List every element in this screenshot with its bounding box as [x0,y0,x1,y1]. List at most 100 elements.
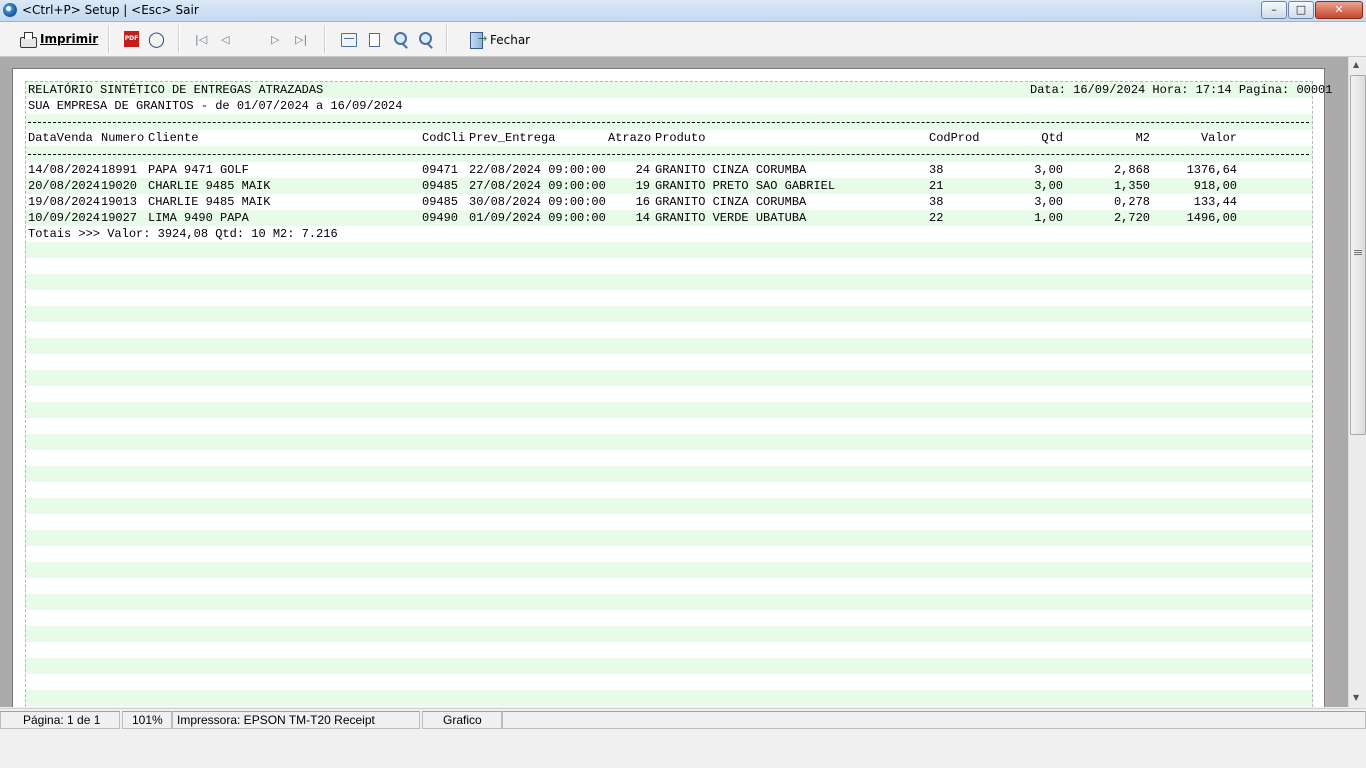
cell-atrazo: 19 [635,179,650,193]
report-header-info: Data: 16/09/2024 Hora: 17:14 Pagina: 000… [1030,83,1333,97]
report-company-period: SUA EMPRESA DE GRANITOS - de 01/07/2024 … [28,99,403,113]
close-label: Fechar [490,33,531,47]
zoom-out-icon [419,32,432,45]
cell-prev-entrega: 01/09/2024 09:00:00 [469,211,606,225]
cell-numero: 19020 [101,179,138,193]
status-bar: Página: 1 de 1 101% Impressora: EPSON TM… [0,708,1366,729]
last-page-button[interactable]: ▷| [295,30,311,50]
col-header-prev-entrega: Prev_Entrega [469,131,556,145]
col-header-cliente: Cliente [148,131,199,145]
first-page-icon: |◁ [195,33,208,46]
close-preview-button[interactable]: Fechar [468,30,530,50]
divider-line [28,122,1309,123]
zoom-out-button[interactable] [416,30,434,50]
binoculars-icon: ◯ [148,30,165,48]
cell-codcli: 09485 [422,195,459,209]
cell-codprod: 38 [929,163,944,177]
cell-cliente: PAPA 9471 GOLF [148,163,249,177]
next-page-icon: ▷ [271,33,280,46]
report-title: RELATÓRIO SINTÉTICO DE ENTREGAS ATRAZADA… [28,83,324,97]
cell-codprod: 38 [929,195,944,209]
printer-icon [20,32,37,48]
col-header-m2: M2 [1135,131,1150,145]
scroll-down-arrow-icon[interactable]: ▼ [1353,693,1359,702]
window-title: <Ctrl+P> Setup | <Esc> Sair [22,3,199,17]
toolbar-separator [446,25,448,53]
status-mode-panel: Grafico [422,711,502,729]
cell-produto: GRANITO CINZA CORUMBA [655,195,807,209]
zoom-in-button[interactable] [391,30,409,50]
status-printer-panel: Impressora: EPSON TM-T20 Receipt [172,711,420,729]
cell-valor: 918,00 [1193,179,1237,193]
zoom-in-icon [394,32,407,45]
window-bottom-area [0,729,1366,768]
cell-codprod: 21 [929,179,944,193]
page-width-button[interactable] [340,30,358,50]
scroll-thumb[interactable] [1350,75,1366,435]
status-page: Página: 1 de 1 [23,713,101,727]
previous-page-button[interactable]: ◁ [221,30,235,50]
export-pdf-button[interactable]: PDF [123,30,141,50]
maximize-button[interactable]: □ [1288,1,1314,19]
cell-prev-entrega: 27/08/2024 09:00:00 [469,179,606,193]
first-page-button[interactable]: |◁ [195,30,211,50]
cell-cliente: CHARLIE 9485 MAIK [148,179,271,193]
cell-m2: 2,868 [1113,163,1150,177]
cell-datavenda: 20/08/2024 [28,179,101,193]
status-zoom: 101% [132,713,163,727]
whole-page-icon [369,33,380,47]
col-header-atrazo: Atrazo [608,131,652,145]
cell-numero: 19027 [101,211,138,225]
cell-numero: 19013 [101,195,138,209]
scroll-up-arrow-icon[interactable]: ▲ [1353,60,1359,69]
col-header-produto: Produto [655,131,706,145]
preview-area: RELATÓRIO SINTÉTICO DE ENTREGAS ATRAZADA… [0,57,1348,707]
last-page-icon: ▷| [295,33,308,46]
find-button[interactable]: ◯ [148,30,166,50]
whole-page-button[interactable] [367,30,381,50]
print-label: Imprimir [40,32,99,46]
report-body: RELATÓRIO SINTÉTICO DE ENTREGAS ATRAZADA… [25,81,1332,707]
cell-numero: 18991 [101,163,138,177]
next-page-button[interactable]: ▷ [271,30,285,50]
cell-prev-entrega: 30/08/2024 09:00:00 [469,195,606,209]
col-header-valor: Valor [1200,131,1237,145]
col-header-codcli: CodCli [422,131,466,145]
cell-valor: 1376,64 [1186,163,1237,177]
cell-m2: 2,720 [1113,211,1150,225]
cell-valor: 133,44 [1193,195,1237,209]
vertical-scrollbar[interactable]: ▲ ▼ [1348,57,1366,707]
app-icon [3,3,17,17]
cell-m2: 0,278 [1113,195,1150,209]
cell-datavenda: 14/08/2024 [28,163,101,177]
minimize-button[interactable]: – [1261,1,1287,19]
cell-cliente: LIMA 9490 PAPA [148,211,249,225]
col-header-datavenda: DataVenda [28,131,93,145]
close-window-button[interactable]: ✕ [1315,1,1363,19]
cell-produto: GRANITO CINZA CORUMBA [655,163,807,177]
cell-datavenda: 10/09/2024 [28,211,101,225]
cell-atrazo: 24 [635,163,650,177]
cell-qtd: 1,00 [1034,211,1063,225]
title-bar: <Ctrl+P> Setup | <Esc> Sair – □ ✕ [0,0,1366,22]
cell-codcli: 09471 [422,163,459,177]
print-button[interactable]: Imprimir [18,30,98,50]
toolbar-separator [178,25,180,53]
col-header-codprod: CodProd [929,131,980,145]
status-empty-panel [502,711,1366,729]
cell-produto: GRANITO VERDE UBATUBA [655,211,807,225]
cell-m2: 1,350 [1113,179,1150,193]
report-totals: Totais >>> Valor: 3924,08 Qtd: 10 M2: 7.… [28,227,338,241]
col-header-qtd: Qtd [1041,131,1063,145]
pdf-icon: PDF [124,31,139,47]
status-mode: Grafico [443,713,482,727]
toolbar: Imprimir PDF ◯ |◁ ◁ ▷ ▷| Fechar [0,22,1366,57]
cell-atrazo: 14 [635,211,650,225]
previous-page-icon: ◁ [221,33,230,46]
report-page: RELATÓRIO SINTÉTICO DE ENTREGAS ATRAZADA… [12,68,1332,707]
cell-produto: GRANITO PRETO SAO GABRIEL [655,179,836,193]
status-zoom-panel: 101% [122,711,172,729]
cell-prev-entrega: 22/08/2024 09:00:00 [469,163,606,177]
cell-datavenda: 19/08/2024 [28,195,101,209]
col-header-numero: Numero [101,131,145,145]
